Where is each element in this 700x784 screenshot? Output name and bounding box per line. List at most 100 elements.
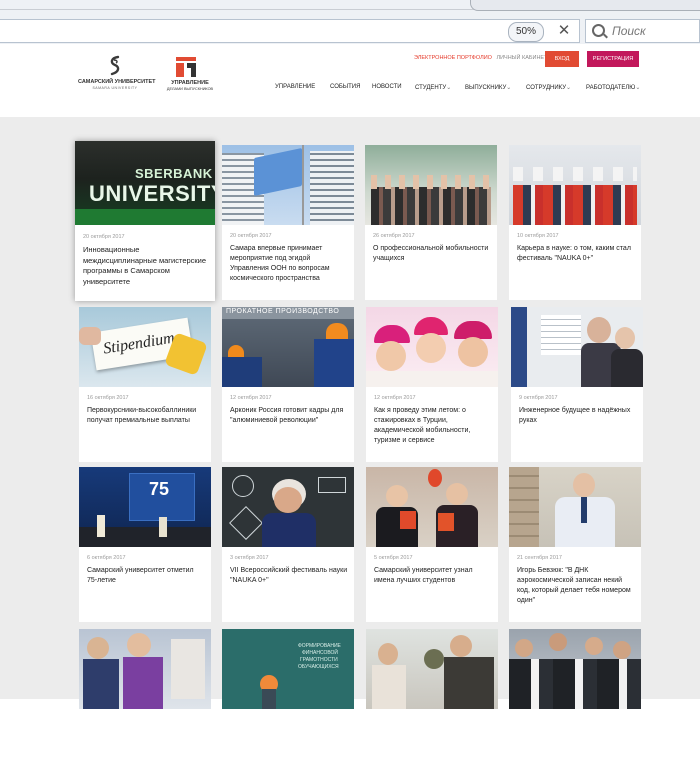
search-input[interactable]: Поиск — [585, 19, 700, 43]
zoom-level-badge[interactable]: 50% — [508, 22, 544, 42]
news-title[interactable]: Инженерное будущее в надёжных руках — [519, 406, 637, 426]
login-button[interactable]: ВХОД — [545, 51, 579, 67]
news-grid: SBERBANK UNIVERSITY 20 октября 2017 Инно… — [0, 117, 700, 784]
news-thumbnail — [222, 145, 354, 225]
news-date: 9 октября 2017 — [519, 395, 558, 401]
news-title[interactable]: Инновационные междисциплинарные магистер… — [83, 245, 211, 287]
top-links: ЭЛЕКТРОННОЕ ПОРТФОЛИО ЛИЧНЫЙ КАБИНЕТ — [414, 55, 547, 61]
nav-item-employers-label: РАБОТОДАТЕЛЮ — [586, 85, 636, 91]
nav-item-staff[interactable]: СОТРУДНИКУ⌄ — [526, 84, 571, 91]
news-thumbnail — [222, 467, 354, 547]
news-card[interactable]: 20 октября 2017 Самара впервые принимает… — [222, 145, 354, 300]
news-thumbnail: Stipendium — [79, 307, 211, 387]
news-title[interactable]: Как я проведу этим летом: о стажировках … — [374, 406, 492, 446]
department-name-line2: ДЕЛАМИ ВЫПУСКНИКОВ — [166, 87, 214, 91]
tab-strip — [470, 0, 700, 11]
news-date: 20 октября 2017 — [230, 233, 272, 239]
news-thumbnail: SBERBANK UNIVERSITY — [75, 141, 215, 225]
thumbnail-caption: ФИНАНСОВОЙ — [302, 650, 338, 656]
nav-item-students[interactable]: СТУДЕНТУ⌄ — [415, 84, 451, 91]
news-card[interactable]: 9 октября 2017 Инженерное будущее в надё… — [511, 307, 643, 462]
news-thumbnail — [509, 145, 641, 225]
news-date: 20 октября 2017 — [83, 234, 125, 240]
news-thumbnail — [511, 307, 643, 387]
news-thumbnail — [366, 629, 498, 709]
news-title[interactable]: VII Всероссийский фестиваль науки "NAUKA… — [230, 566, 348, 586]
news-date: 12 октября 2017 — [230, 395, 272, 401]
department-logo[interactable]: УПРАВЛЕНИЕ ДЕЛАМИ ВЫПУСКНИКОВ — [165, 55, 215, 95]
cabinet-link[interactable]: ЛИЧНЫЙ КАБИНЕТ — [496, 55, 547, 61]
news-thumbnail: 75 — [79, 467, 211, 547]
thumbnail-caption: ГРАМОТНОСТИ — [300, 657, 338, 663]
news-card[interactable]: Stipendium 16 октября 2017 Первокурсники… — [79, 307, 211, 462]
university-emblem-icon — [110, 55, 120, 76]
search-placeholder: Поиск — [612, 24, 646, 38]
news-thumbnail — [509, 629, 641, 709]
nav-item-staff-label: СОТРУДНИКУ — [526, 85, 567, 91]
news-title[interactable]: Самара впервые принимает мероприятие под… — [230, 244, 348, 284]
news-date: 26 октября 2017 — [373, 233, 415, 239]
university-logo[interactable]: САМАРСКИЙ УНИВЕРСИТЕТ SAMARA UNIVERSITY — [78, 55, 156, 93]
nav-item-events[interactable]: СОБЫТИЯ — [330, 84, 360, 90]
nav-item-management[interactable]: УПРАВЛЕНИЕ — [275, 84, 315, 90]
news-date: 6 октября 2017 — [87, 555, 126, 561]
news-card[interactable] — [366, 629, 498, 784]
news-thumbnail — [366, 467, 498, 547]
department-emblem-icon — [176, 57, 196, 77]
news-date: 10 октября 2017 — [517, 233, 559, 239]
news-title[interactable]: Первокурсники-высокобаллиники получат пр… — [87, 406, 205, 426]
news-title[interactable]: О профессиональной мобильности учащихся — [373, 244, 491, 264]
news-date: 3 октября 2017 — [230, 555, 269, 561]
news-date: 5 октября 2017 — [374, 555, 413, 561]
news-card[interactable]: 75 6 октября 2017 Самарский университет … — [79, 467, 211, 622]
chevron-down-icon: ⌄ — [635, 85, 641, 91]
thumbnail-caption: 75 — [149, 479, 170, 499]
thumbnail-caption: ОБУЧАЮЩИХСЯ — [298, 664, 339, 670]
thumbnail-caption: UNIVERSITY — [89, 181, 215, 206]
news-thumbnail: ФОРМИРОВАНИЕ ФИНАНСОВОЙ ГРАМОТНОСТИ ОБУЧ… — [222, 629, 354, 709]
news-card[interactable]: SBERBANK UNIVERSITY 20 октября 2017 Инно… — [75, 141, 215, 301]
news-thumbnail — [365, 145, 497, 225]
news-card[interactable]: ФОРМИРОВАНИЕ ФИНАНСОВОЙ ГРАМОТНОСТИ ОБУЧ… — [222, 629, 354, 784]
news-title[interactable]: Игорь Бевзюк: "В ДНК аэрокосмической зап… — [517, 566, 635, 606]
news-card[interactable]: 3 октября 2017 VII Всероссийский фестива… — [222, 467, 354, 622]
register-button[interactable]: РЕГИСТРАЦИЯ — [587, 51, 639, 67]
portfolio-link[interactable]: ЭЛЕКТРОННОЕ ПОРТФОЛИО — [414, 55, 492, 61]
university-name: САМАРСКИЙ УНИВЕРСИТЕТ — [78, 79, 156, 85]
main-nav: УПРАВЛЕНИЕ СОБЫТИЯ НОВОСТИ СТУДЕНТУ⌄ ВЫП… — [275, 84, 655, 94]
department-name: УПРАВЛЕНИЕ ДЕЛАМИ ВЫПУСКНИКОВ — [165, 80, 215, 92]
news-card[interactable]: ПРОКАТНОЕ ПРОИЗВОДСТВО 12 октября 2017 А… — [222, 307, 354, 462]
nav-item-graduates[interactable]: ВЫПУСКНИКУ⌄ — [465, 84, 511, 91]
nav-item-employers[interactable]: РАБОТОДАТЕЛЮ⌄ — [586, 84, 640, 91]
news-card[interactable]: 26 октября 2017 О профессиональной мобил… — [365, 145, 497, 300]
thumbnail-caption: ФОРМИРОВАНИЕ — [298, 643, 341, 649]
chevron-down-icon: ⌄ — [566, 85, 572, 91]
news-card[interactable]: 21 сентября 2017 Игорь Бевзюк: "В ДНК аэ… — [509, 467, 641, 622]
news-thumbnail — [366, 307, 498, 387]
address-bar[interactable] — [0, 19, 580, 43]
news-thumbnail: ПРОКАТНОЕ ПРОИЗВОДСТВО — [222, 307, 354, 387]
news-title[interactable]: Самарский университет отметил 75-летие — [87, 566, 205, 586]
nav-item-students-label: СТУДЕНТУ — [415, 85, 447, 91]
news-card[interactable]: 5 октября 2017 Самарский университет узн… — [366, 467, 498, 622]
nav-item-graduates-label: ВЫПУСКНИКУ — [465, 85, 507, 91]
news-card[interactable]: 12 октября 2017 Как я проведу этим летом… — [366, 307, 498, 462]
chevron-down-icon: ⌄ — [446, 85, 452, 91]
news-title[interactable]: Арконик Россия готовит кадры для "алюмин… — [230, 406, 348, 426]
site-header: САМАРСКИЙ УНИВЕРСИТЕТ SAMARA UNIVERSITY … — [0, 45, 700, 117]
chevron-down-icon: ⌄ — [506, 85, 512, 91]
news-date: 16 октября 2017 — [87, 395, 129, 401]
news-card[interactable]: 10 октября 2017 Карьера в науке: о том, … — [509, 145, 641, 300]
news-title[interactable]: Карьера в науке: о том, каким стал фести… — [517, 244, 635, 264]
thumbnail-caption: SBERBANK — [135, 166, 213, 181]
news-card[interactable] — [509, 629, 641, 784]
search-icon — [592, 24, 605, 37]
university-name-en: SAMARA UNIVERSITY — [92, 86, 138, 90]
news-title[interactable]: Самарский университет узнал имена лучших… — [374, 566, 492, 586]
nav-item-news[interactable]: НОВОСТИ — [372, 84, 402, 90]
close-icon[interactable]: ✕ — [556, 21, 572, 41]
news-thumbnail — [79, 629, 211, 709]
news-date: 21 сентября 2017 — [517, 555, 562, 561]
news-card[interactable] — [79, 629, 211, 784]
thumbnail-caption: ПРОКАТНОЕ ПРОИЗВОДСТВО — [226, 308, 340, 315]
